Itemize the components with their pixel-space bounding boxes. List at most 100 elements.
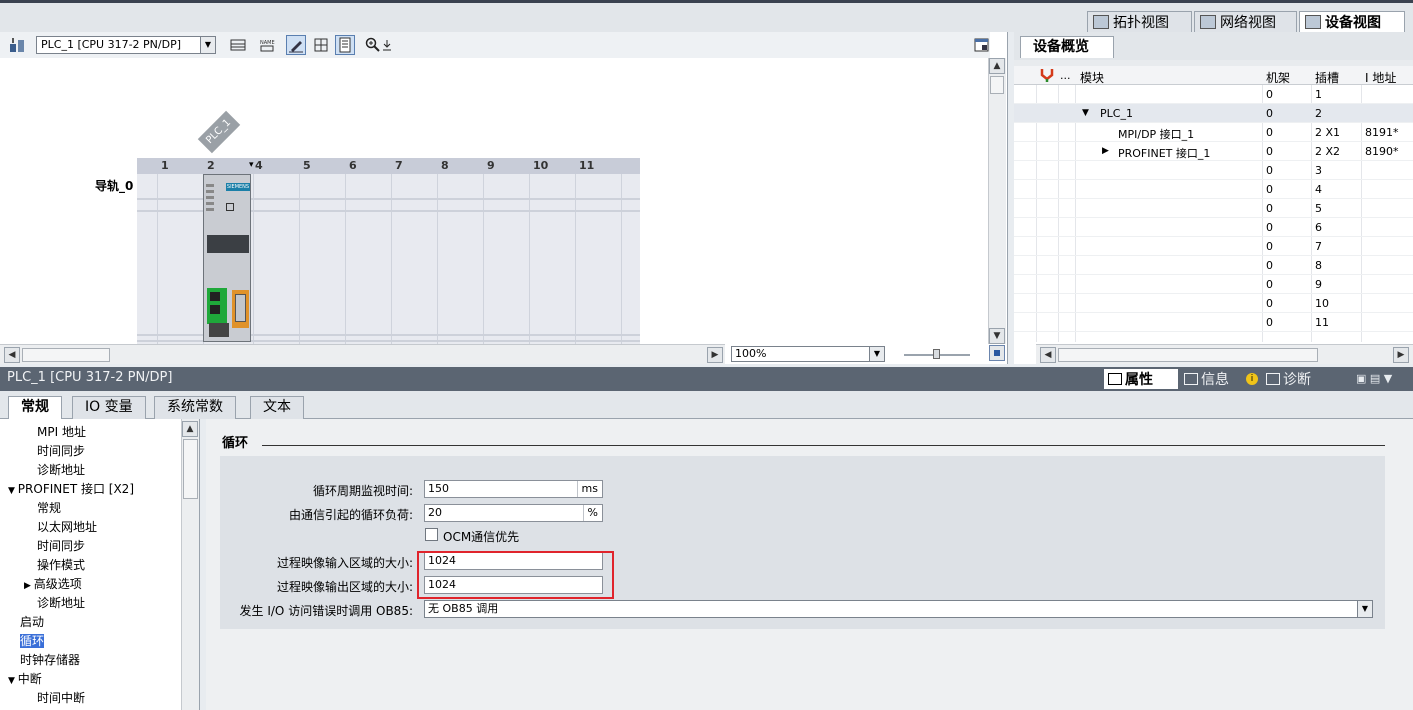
page-break-icon[interactable] xyxy=(335,35,355,55)
column-header-module[interactable]: 模块 xyxy=(1080,69,1104,86)
cell-module: PROFINET 接口_1 xyxy=(1118,147,1211,160)
nav-item-time-sync[interactable]: 时间同步 xyxy=(37,537,85,554)
ob85-select[interactable]: 无 OB85 调用 ▼ xyxy=(424,600,1373,618)
max-cycle-time-label: 循环周期监视时间: xyxy=(312,484,413,498)
tab-properties[interactable]: 属性 xyxy=(1104,369,1178,389)
cell-address: 8190* xyxy=(1365,145,1399,158)
table-row[interactable]: 0 5 xyxy=(1014,199,1413,218)
panel-layout-icon[interactable]: ▣ ▤ ▼ xyxy=(1356,372,1392,385)
zoom-slider-handle[interactable] xyxy=(933,349,940,359)
scroll-down-icon[interactable]: ▼ xyxy=(989,328,1005,344)
table-row-selected[interactable]: ▼ PLC_1 0 2 xyxy=(1014,104,1413,123)
tab-label: 诊断 xyxy=(1283,372,1311,388)
mode-switch xyxy=(207,235,249,253)
table-row[interactable]: 0 10 xyxy=(1014,294,1413,313)
show-names-icon[interactable]: NAME xyxy=(257,35,277,55)
zoom-dropdown-icon[interactable] xyxy=(380,35,394,55)
scroll-thumb[interactable] xyxy=(990,76,1004,94)
zoom-select[interactable]: 100% ▼ xyxy=(731,346,885,362)
device-tree-icon[interactable] xyxy=(7,35,27,55)
table-row[interactable]: 0 8 xyxy=(1014,256,1413,275)
scroll-left-icon[interactable]: ◀ xyxy=(4,347,20,363)
scroll-thumb[interactable] xyxy=(1058,348,1318,362)
scroll-thumb[interactable] xyxy=(22,348,110,362)
expand-right-icon[interactable]: ▶ xyxy=(1102,146,1109,156)
nav-item-profinet-interface[interactable]: ▼ PROFINET 接口 [X2] xyxy=(8,480,134,497)
scroll-left-icon[interactable]: ◀ xyxy=(1040,347,1056,363)
nav-item-time-sync[interactable]: 时间同步 xyxy=(37,442,85,459)
table-row[interactable]: 0 9 xyxy=(1014,275,1413,294)
nav-item-diag-address[interactable]: 诊断地址 xyxy=(37,594,85,611)
scroll-up-icon[interactable]: ▲ xyxy=(989,58,1005,74)
pen-icon[interactable] xyxy=(286,35,306,55)
ob85-label: 发生 I/O 访问错误时调用 OB85: xyxy=(239,604,413,618)
scroll-right-icon[interactable]: ▶ xyxy=(707,347,723,363)
table-row[interactable]: 0 11 xyxy=(1014,313,1413,332)
comm-load-field[interactable]: 20 % xyxy=(424,504,603,522)
properties-nav-tree: MPI 地址 时间同步 诊断地址 ▼ PROFINET 接口 [X2] 常规 以… xyxy=(0,419,200,710)
tab-info[interactable]: 信息 i xyxy=(1180,369,1260,389)
expand-down-icon[interactable]: ▼ xyxy=(1082,108,1089,118)
tab-io-tags[interactable]: IO 变量 xyxy=(72,396,146,419)
tab-texts[interactable]: 文本 xyxy=(250,396,304,419)
nav-item-ethernet-address[interactable]: 以太网地址 xyxy=(37,518,97,535)
grid-icon[interactable] xyxy=(311,35,331,55)
cell-slot: 10 xyxy=(1315,297,1329,310)
nav-item-clock-memory[interactable]: 时钟存储器 xyxy=(20,651,80,668)
slot-number: 5 xyxy=(303,159,311,172)
process-image-input-label: 过程映像输入区域的大小: xyxy=(276,556,413,570)
column-header-slot[interactable]: 插槽 xyxy=(1315,69,1339,86)
nav-item-mpi-address[interactable]: MPI 地址 xyxy=(37,423,86,440)
cell-rack: 0 xyxy=(1266,221,1273,234)
overview-table-icon[interactable] xyxy=(228,35,248,55)
nav-item-operating-mode[interactable]: 操作模式 xyxy=(37,556,85,573)
tab-device-overview[interactable]: 设备概览 xyxy=(1020,36,1114,58)
table-row[interactable]: 0 6 xyxy=(1014,218,1413,237)
table-row[interactable]: 0 1 xyxy=(1014,85,1413,104)
magnifier-icon xyxy=(1108,373,1122,385)
cell-address: 8191* xyxy=(1365,126,1399,139)
navigator-icon[interactable] xyxy=(989,345,1005,361)
overview-horizontal-scrollbar[interactable]: ◀ ▶ xyxy=(1036,344,1413,364)
nav-item-diag-address[interactable]: 诊断地址 xyxy=(37,461,85,478)
table-row[interactable]: 0 4 xyxy=(1014,180,1413,199)
column-header-rack[interactable]: 机架 xyxy=(1266,69,1290,86)
nav-item-general[interactable]: 常规 xyxy=(37,499,61,516)
slot-number: 6 xyxy=(349,159,357,172)
cpu-module[interactable]: SIEMENS xyxy=(203,174,251,342)
canvas-vertical-scrollbar[interactable]: ▲ ▼ xyxy=(988,58,1006,344)
scroll-up-icon[interactable]: ▲ xyxy=(182,421,198,437)
canvas-horizontal-scrollbar[interactable]: ◀ ▶ xyxy=(0,344,725,364)
scroll-thumb[interactable] xyxy=(183,439,198,499)
nav-vertical-scrollbar[interactable]: ▲ xyxy=(181,419,199,710)
nav-item-startup[interactable]: 启动 xyxy=(20,613,44,630)
max-cycle-time-field[interactable]: 150 ms xyxy=(424,480,603,498)
nav-item-cycle[interactable]: 循环 xyxy=(20,632,45,649)
table-row[interactable]: 0 7 xyxy=(1014,237,1413,256)
tab-label: 网络视图 xyxy=(1220,15,1276,31)
device-select[interactable]: PLC_1 [CPU 317-2 PN/DP] ▼ xyxy=(36,36,216,54)
table-row[interactable]: MPI/DP 接口_1 0 2 X1 8191* xyxy=(1014,123,1413,142)
tab-topology-view[interactable]: 拓扑视图 xyxy=(1087,11,1192,33)
plc-name-tag[interactable]: PLC_1 xyxy=(197,110,241,154)
column-header[interactable]: ... xyxy=(1060,69,1071,82)
tab-diagnostics[interactable]: 诊断 xyxy=(1262,369,1336,389)
tab-network-view[interactable]: 网络视图 xyxy=(1194,11,1297,33)
table-row[interactable]: ▶ PROFINET 接口_1 0 2 X2 8190* xyxy=(1014,142,1413,161)
scroll-right-icon[interactable]: ▶ xyxy=(1393,347,1409,363)
tab-general[interactable]: 常规 xyxy=(8,396,62,419)
ocm-priority-checkbox[interactable] xyxy=(425,528,438,541)
column-header-i-address[interactable]: I 地址 xyxy=(1365,69,1396,86)
zoom-slider[interactable] xyxy=(904,349,970,359)
nav-item-advanced-options[interactable]: ▶ 高级选项 xyxy=(24,575,82,592)
tab-system-constants[interactable]: 系统常数 xyxy=(154,396,236,419)
nav-item-time-interrupt[interactable]: 时间中断 xyxy=(37,689,85,706)
properties-window-icon[interactable] xyxy=(972,35,992,55)
tab-device-view[interactable]: 设备视图 xyxy=(1299,11,1405,33)
cell-slot: 2 X1 xyxy=(1315,126,1341,139)
table-row[interactable]: 0 3 xyxy=(1014,161,1413,180)
cell-rack: 0 xyxy=(1266,259,1273,272)
info-badge-icon: i xyxy=(1246,373,1258,385)
nav-item-interrupts[interactable]: ▼ 中断 xyxy=(8,670,42,687)
section-divider xyxy=(262,445,1385,446)
